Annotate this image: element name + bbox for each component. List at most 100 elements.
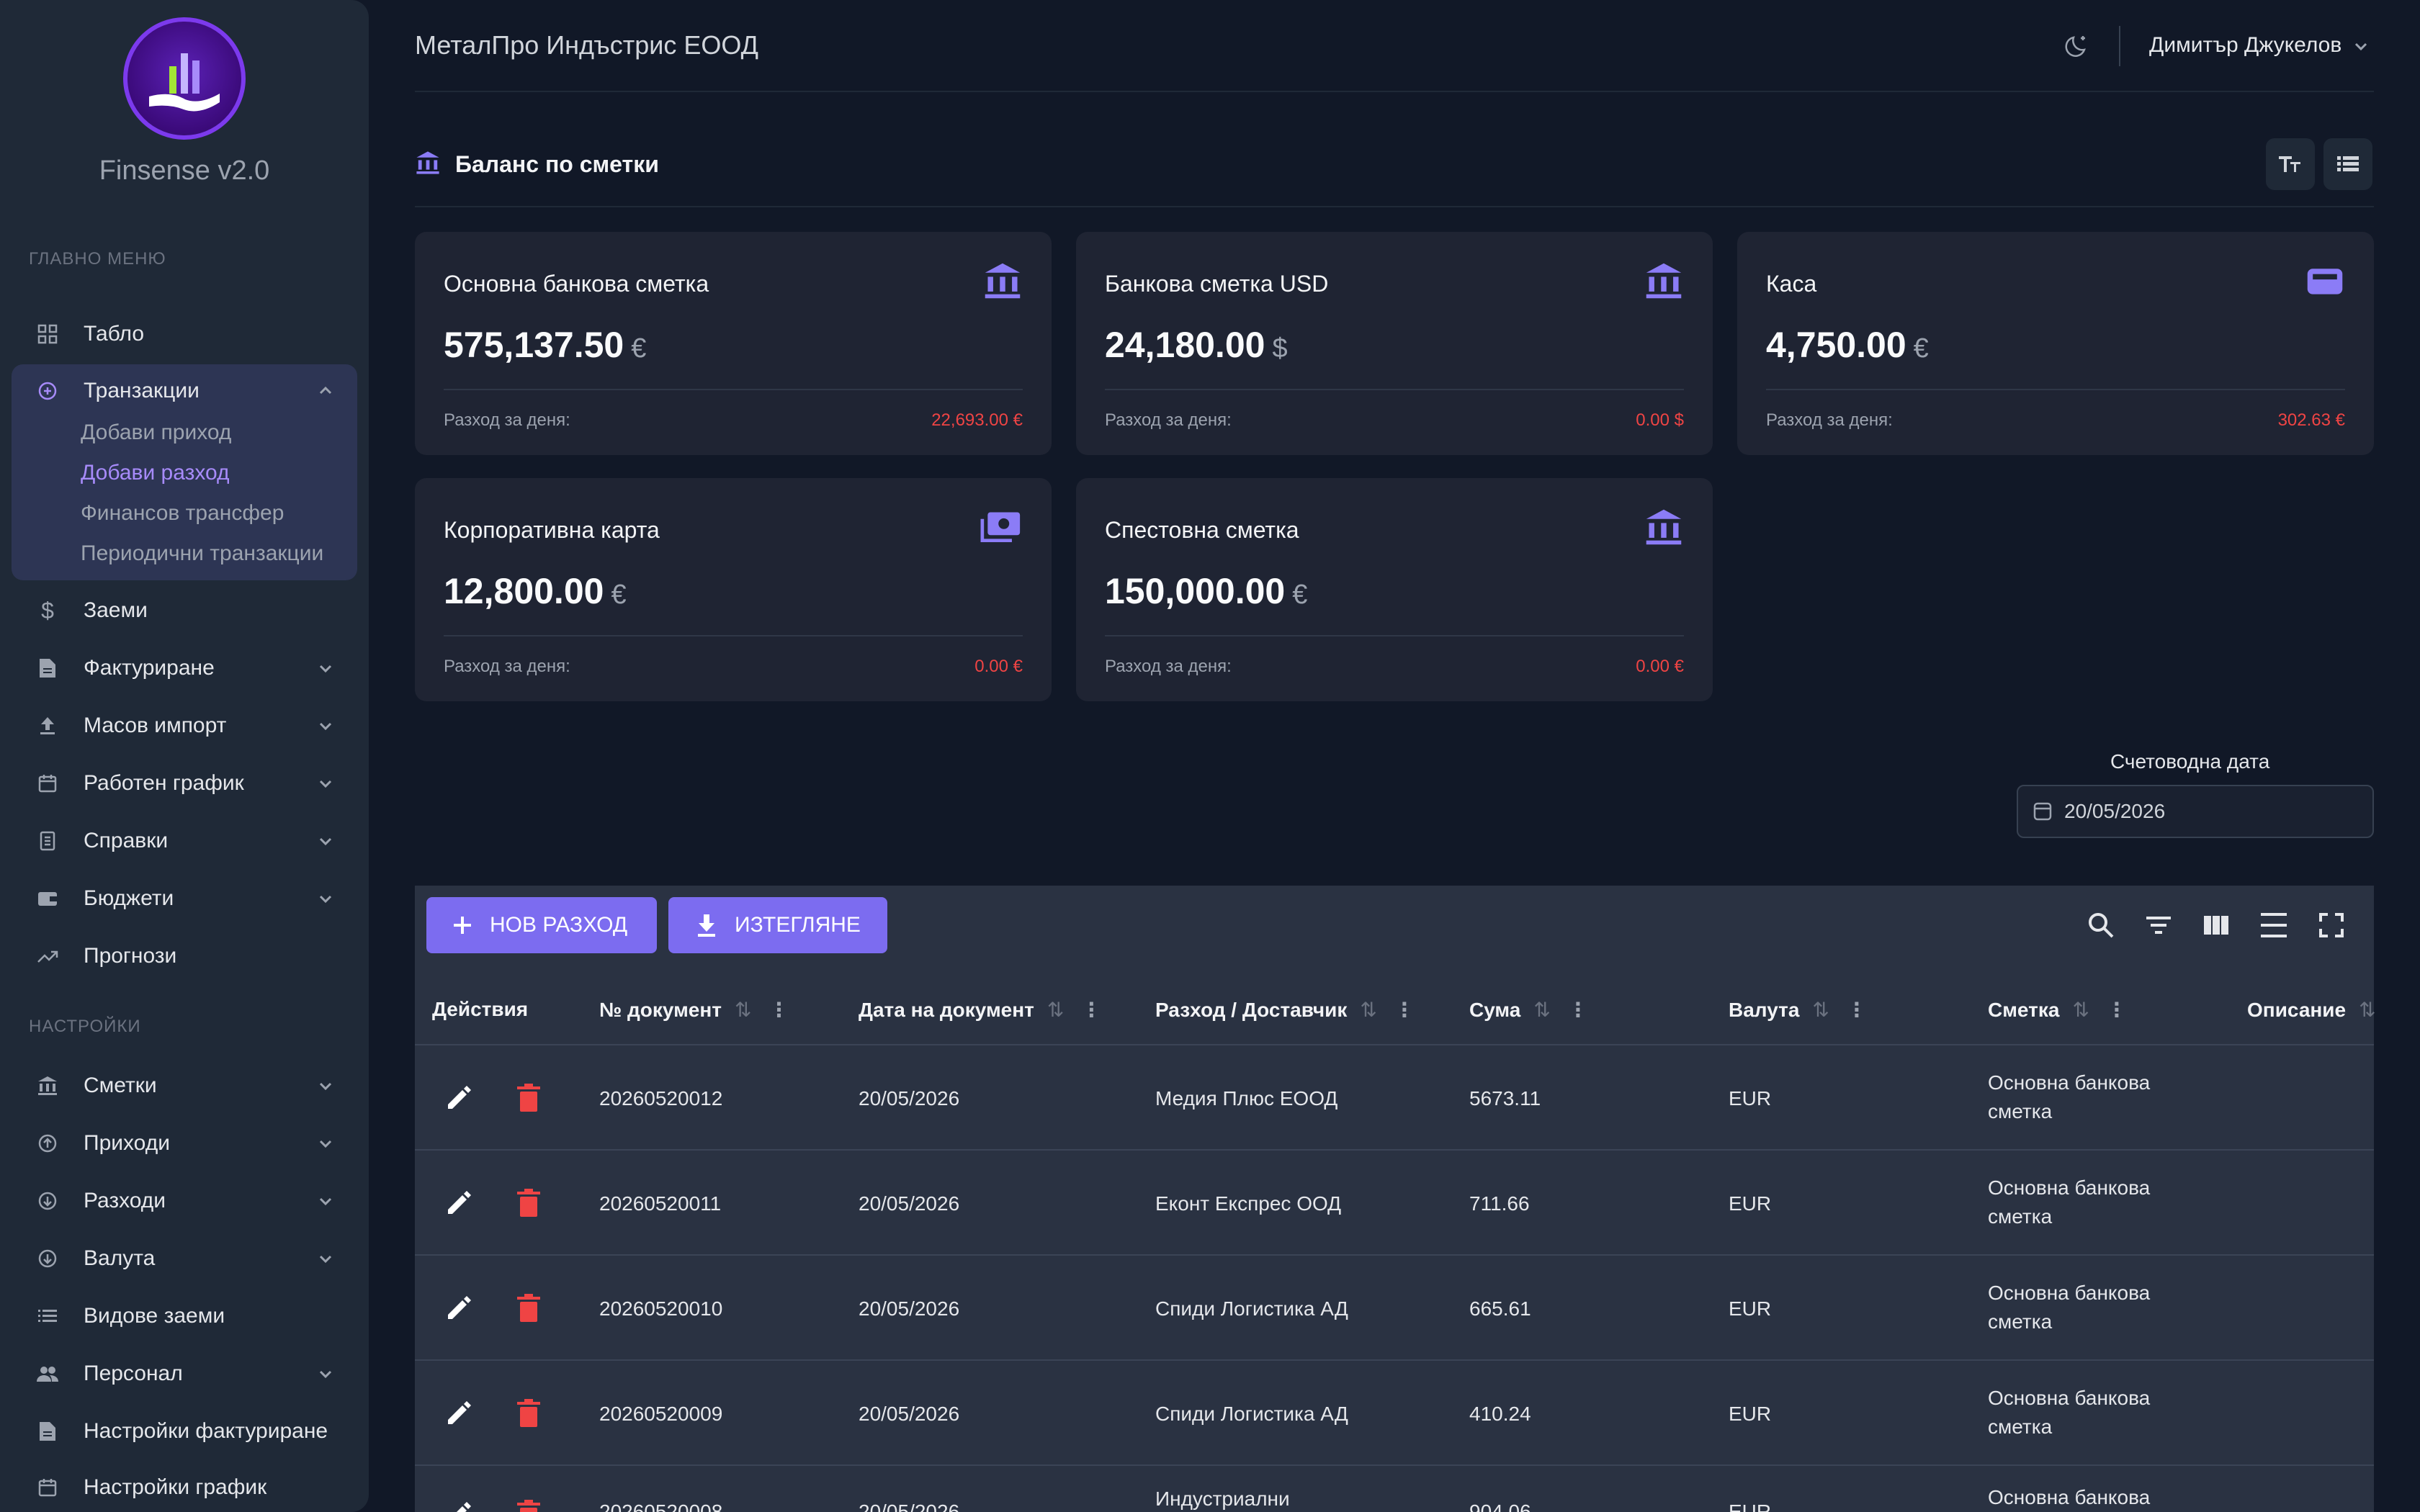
edit-icon[interactable] <box>444 1293 474 1323</box>
currency: EUR <box>1729 1192 1772 1215</box>
sub-item-add-expense[interactable]: Добави разход <box>81 461 230 485</box>
column-amount[interactable]: Сума ⇅ ⋮ <box>1469 998 1588 1022</box>
chevron-down-icon[interactable] <box>315 716 336 736</box>
sidebar-item-forecasts[interactable]: Прогнози <box>12 930 357 982</box>
sidebar-item-accounts[interactable]: Сметки <box>12 1060 357 1112</box>
delete-icon[interactable] <box>514 1499 543 1512</box>
sort-icon[interactable]: ⇅ <box>2072 998 2089 1022</box>
delete-icon[interactable] <box>514 1188 543 1218</box>
grid-icon <box>35 321 60 347</box>
sidebar-item-reports[interactable]: Справки <box>12 815 357 867</box>
sub-item-add-income[interactable]: Добави приход <box>81 420 231 445</box>
account-card[interactable]: Спестовна сметка 150,000.00 € Разход за д… <box>1076 478 1713 701</box>
sort-icon[interactable]: ⇅ <box>1533 998 1550 1022</box>
column-menu-icon[interactable]: ⋮ <box>1081 998 1101 1022</box>
sidebar-item-loans[interactable]: $ Заеми <box>12 585 357 636</box>
account-card[interactable]: Каса 4,750.00 € Разход за деня: 302.63 € <box>1737 232 2374 455</box>
wallet-icon <box>2307 269 2343 294</box>
sidebar-item-budgets[interactable]: Бюджети <box>12 873 357 924</box>
finsense-logo-icon[interactable] <box>123 17 246 140</box>
sidebar-item-loan-types[interactable]: Видове заеми <box>12 1290 357 1342</box>
fullscreen-icon[interactable] <box>2316 910 2347 940</box>
column-description[interactable]: Описание ⇅ <box>2247 998 2376 1022</box>
delete-icon[interactable] <box>514 1398 543 1428</box>
currency: EUR <box>1729 1500 1772 1512</box>
account-balance: 575,137.50 € <box>444 324 646 366</box>
chevron-down-icon[interactable] <box>315 888 336 909</box>
plus-icon <box>454 917 471 934</box>
chevron-down-icon <box>2354 43 2367 51</box>
chevron-down-icon[interactable] <box>315 658 336 678</box>
account-card[interactable]: Основна банкова сметка 575,137.50 € Разхо… <box>415 232 1052 455</box>
balance-currency: € <box>1292 580 1308 610</box>
sidebar-item-label: Видове заеми <box>84 1304 225 1328</box>
chevron-down-icon[interactable] <box>315 1191 336 1211</box>
sort-icon[interactable]: ⇅ <box>2359 998 2375 1022</box>
sidebar-item-incomes[interactable]: Приходи <box>12 1117 357 1169</box>
sidebar-item-expenses[interactable]: Разходи <box>12 1175 357 1227</box>
sidebar-item-work-schedule[interactable]: Работен график <box>12 757 357 809</box>
column-document-date[interactable]: Дата на документ ⇅ ⋮ <box>859 998 1101 1022</box>
edit-icon[interactable] <box>444 1398 474 1428</box>
search-icon[interactable] <box>2086 910 2116 940</box>
chevron-down-icon[interactable] <box>315 831 336 851</box>
sidebar-item-label: Настройки график <box>84 1475 267 1499</box>
sidebar-item-invoicing[interactable]: Фактуриране <box>12 642 357 694</box>
column-label: Валута <box>1729 998 1800 1021</box>
sidebar-item-staff[interactable]: Персонал <box>12 1348 357 1400</box>
document-date: 20/05/2026 <box>859 1087 960 1110</box>
new-expense-button[interactable]: НОВ РАЗХОД <box>426 897 657 953</box>
chevron-up-icon[interactable] <box>315 381 336 401</box>
column-menu-icon[interactable]: ⋮ <box>768 998 789 1022</box>
filter-icon[interactable] <box>2143 910 2174 940</box>
amount: 5673.11 <box>1469 1087 1541 1110</box>
sidebar-item-label: Разходи <box>84 1189 166 1212</box>
user-name: Димитър Джукелов <box>2149 33 2342 57</box>
download-button[interactable]: ИЗТЕГЛЯНЕ <box>668 897 887 953</box>
chevron-down-icon[interactable] <box>315 773 336 793</box>
column-currency[interactable]: Валута ⇅ ⋮ <box>1729 998 1867 1022</box>
sidebar-item-currency[interactable]: Валута <box>12 1233 357 1284</box>
edit-icon[interactable] <box>444 1499 474 1512</box>
column-menu-icon[interactable]: ⋮ <box>1847 998 1867 1022</box>
supplier: Еконт Експрес ООД <box>1155 1192 1342 1215</box>
column-menu-icon[interactable]: ⋮ <box>2107 998 2127 1022</box>
sidebar-item-transactions[interactable]: Транзакции <box>12 365 357 417</box>
sort-icon[interactable]: ⇅ <box>1360 998 1376 1022</box>
chevron-down-icon[interactable] <box>315 1248 336 1269</box>
calendar-icon[interactable] <box>2031 800 2054 823</box>
sort-icon[interactable]: ⇅ <box>1047 998 1064 1022</box>
chevron-down-icon[interactable] <box>315 1076 336 1096</box>
edit-icon[interactable] <box>444 1188 474 1218</box>
chevron-down-icon[interactable] <box>315 1364 336 1384</box>
list-view-button[interactable] <box>2323 138 2372 190</box>
density-icon[interactable] <box>2259 910 2289 940</box>
delete-icon[interactable] <box>514 1083 543 1113</box>
daily-expense: 0.00 € <box>1636 657 1684 676</box>
column-account[interactable]: Сметка ⇅ ⋮ <box>1988 998 2127 1022</box>
sidebar-item-invoice-settings[interactable]: Настройки фактуриране <box>12 1405 357 1457</box>
column-document[interactable]: № документ ⇅ ⋮ <box>599 998 789 1022</box>
moon-icon[interactable] <box>2063 32 2092 60</box>
accounting-date-input[interactable]: 20/05/2026 <box>2017 785 2374 838</box>
sidebar-item-schedule-settings[interactable]: Настройки график <box>12 1462 357 1512</box>
column-menu-icon[interactable]: ⋮ <box>1568 998 1588 1022</box>
columns-icon[interactable] <box>2201 910 2231 940</box>
edit-icon[interactable] <box>444 1083 474 1113</box>
sort-icon[interactable]: ⇅ <box>735 998 751 1022</box>
sub-item-transfer[interactable]: Финансов трансфер <box>81 501 284 526</box>
user-menu[interactable]: Димитър Джукелов <box>2149 33 2370 58</box>
sub-item-recurring[interactable]: Периодични транзакции <box>81 541 323 566</box>
chevron-down-icon[interactable] <box>315 1133 336 1153</box>
column-menu-icon[interactable]: ⋮ <box>1394 998 1415 1022</box>
sidebar-item-dashboard[interactable]: Табло <box>12 308 357 360</box>
account-card[interactable]: Корпоративна карта 12,800.00 € Разход за … <box>415 478 1052 701</box>
account-card[interactable]: Банкова сметка USD 24,180.00 $ Разход за … <box>1076 232 1713 455</box>
document-number: 20260520012 <box>599 1087 723 1110</box>
sort-icon[interactable]: ⇅ <box>1812 998 1829 1022</box>
text-size-button[interactable] <box>2266 138 2315 190</box>
trend-icon <box>35 943 60 969</box>
sidebar-item-bulk-import[interactable]: Масов импорт <box>12 700 357 752</box>
delete-icon[interactable] <box>514 1293 543 1323</box>
column-supplier[interactable]: Разход / Доставчик ⇅ ⋮ <box>1155 998 1415 1022</box>
